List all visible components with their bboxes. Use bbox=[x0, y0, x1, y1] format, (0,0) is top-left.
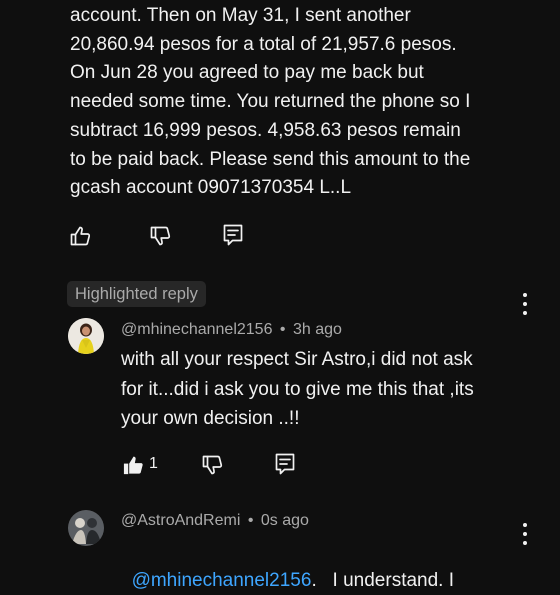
reply-comment-icon bbox=[223, 224, 243, 246]
thumbs-up-filled-icon bbox=[123, 456, 143, 474]
avatar[interactable] bbox=[68, 318, 104, 354]
thumbs-up-icon bbox=[70, 226, 91, 246]
reply-reply-button[interactable] bbox=[271, 451, 299, 477]
comment-line: account. Then on May 31, I sent another bbox=[70, 5, 411, 26]
like-count: 1 bbox=[149, 455, 158, 472]
highlighted-reply-text: with all your respect Sir Astro,i did no… bbox=[121, 345, 474, 434]
comment-line: needed some time. You returned the phone… bbox=[70, 91, 471, 113]
thumbs-down-icon bbox=[150, 226, 171, 246]
reply-text-fragment: . I understand. I bbox=[311, 569, 455, 591]
more-options-button[interactable] bbox=[519, 293, 531, 315]
comment-line: On Jun 28 you agreed to pay me back but bbox=[70, 62, 424, 84]
reply-line: with all your respect Sir Astro,i did no… bbox=[121, 349, 473, 370]
author-name[interactable]: @AstroAndRemi bbox=[121, 512, 240, 529]
user-avatar-image bbox=[68, 510, 104, 546]
reply-line: your own decision ..!! bbox=[121, 408, 300, 429]
parent-dislike-button[interactable] bbox=[146, 222, 176, 250]
more-options-button[interactable] bbox=[519, 523, 531, 545]
parent-like-button[interactable] bbox=[66, 222, 96, 250]
comment-line: 20,860.94 pesos for a total of 21,957.6 … bbox=[70, 33, 457, 55]
meta-separator: • bbox=[279, 321, 286, 338]
comment-line: to be paid back. Please send this amount… bbox=[70, 148, 471, 170]
avatar[interactable] bbox=[68, 510, 104, 546]
comment-line: subtract 16,999 pesos. 4,958.63 pesos re… bbox=[70, 119, 461, 141]
timestamp[interactable]: 0s ago bbox=[261, 512, 309, 529]
author-name[interactable]: @mhinechannel2156 bbox=[121, 321, 272, 338]
reply-like-button[interactable] bbox=[120, 452, 146, 478]
kebab-dot-icon bbox=[523, 302, 527, 306]
next-reply-text: @mhinechannel2156. I understand. I bbox=[121, 536, 454, 595]
user-avatar-image bbox=[68, 318, 104, 354]
meta-separator: • bbox=[247, 512, 254, 529]
highlighted-reply-badge: Highlighted reply bbox=[67, 281, 206, 307]
kebab-dot-icon bbox=[523, 541, 527, 545]
user-mention-link[interactable]: @mhinechannel2156 bbox=[132, 570, 312, 591]
reply-line: for it...did i ask you to give me this t… bbox=[121, 378, 474, 400]
kebab-dot-icon bbox=[523, 523, 527, 527]
reply-meta: @mhinechannel2156 • 3h ago bbox=[121, 321, 342, 339]
kebab-dot-icon bbox=[523, 311, 527, 315]
thumbs-down-icon bbox=[202, 455, 223, 475]
kebab-dot-icon bbox=[523, 532, 527, 536]
reply-dislike-button[interactable] bbox=[199, 452, 227, 478]
parent-comment-text: account. Then on May 31, I sent another … bbox=[70, 2, 540, 203]
reply-comment-icon bbox=[275, 453, 295, 475]
timestamp[interactable]: 3h ago bbox=[293, 321, 342, 338]
reply-meta: @AstroAndRemi • 0s ago bbox=[121, 512, 309, 530]
kebab-dot-icon bbox=[523, 293, 527, 297]
comment-line: gcash account 09071370354 L..L bbox=[70, 177, 352, 199]
parent-reply-button[interactable] bbox=[218, 221, 248, 249]
